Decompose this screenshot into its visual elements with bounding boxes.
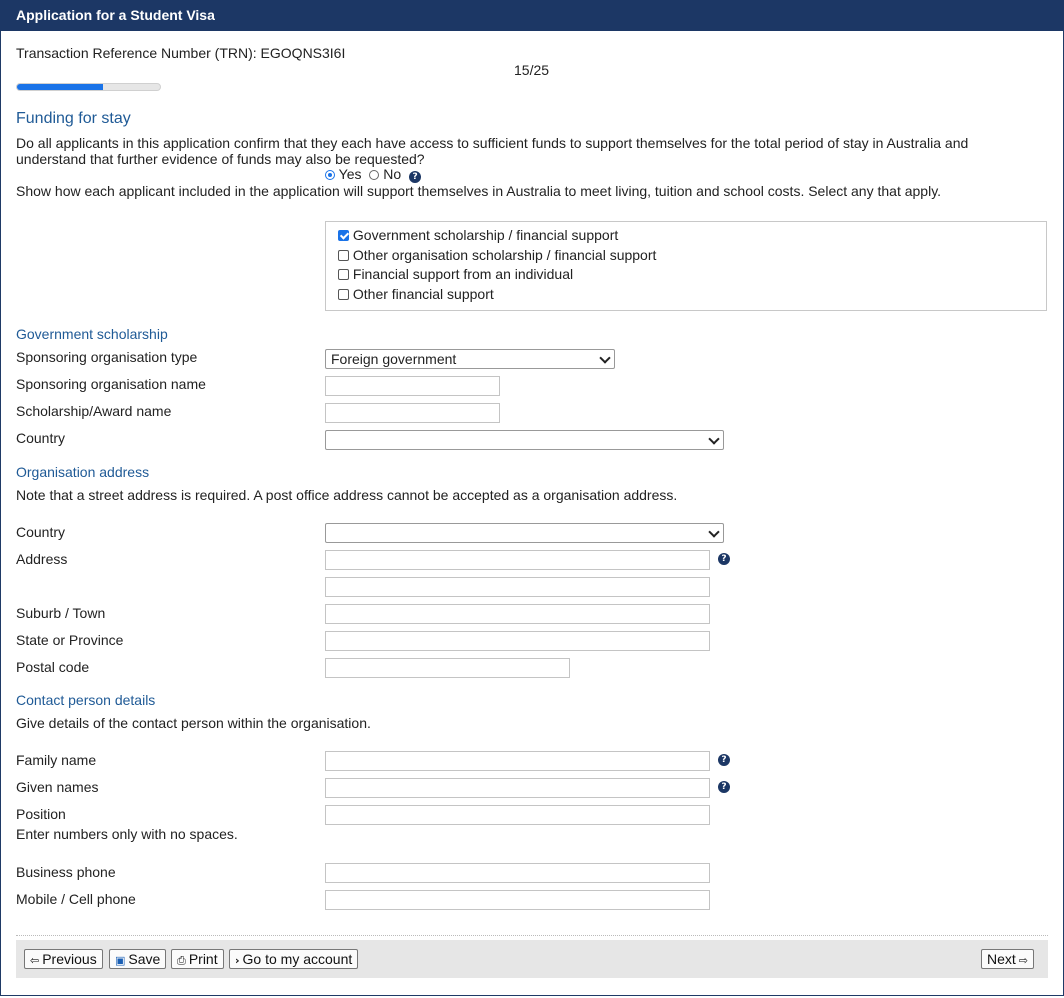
funding-option[interactable]: Other organisation scholarship / financi… [338,247,656,263]
business-phone-label: Business phone [16,864,116,880]
address-country-label: Country [16,524,66,540]
funding-question-line1: Do all applicants in this application co… [16,135,969,151]
account-label: Go to my account [242,951,353,967]
section-title-government: Government scholarship [16,326,168,342]
question-circle-icon[interactable]: ? [718,553,730,565]
org-name-label: Sponsoring organisation name [16,376,206,392]
funding-option[interactable]: Government scholarship / financial suppo… [338,227,618,243]
funding-option-label: Other organisation scholarship / financi… [352,247,657,263]
numbers-note: Enter numbers only with no spaces. [16,826,238,842]
question-circle-icon[interactable]: ? [718,781,730,793]
save-label: Save [128,951,161,967]
next-label: Next [987,951,1016,967]
checkbox-government-scholarship[interactable] [338,230,349,241]
state-input[interactable] [325,631,710,651]
chevron-right-icon: › [235,954,240,967]
gov-country-label: Country [16,430,66,446]
org-type-label: Sponsoring organisation type [16,349,198,365]
progress-bar [16,83,161,91]
address-country-select[interactable] [325,523,724,543]
funding-option-label: Financial support from an individual [352,266,574,282]
support-instructions: Show how each applicant included in the … [16,183,942,199]
family-name-label: Family name [16,752,97,768]
postal-input[interactable] [325,658,570,678]
gov-country-select[interactable] [325,430,724,450]
page-counter: 15/25 [514,62,550,78]
trn-label: Transaction Reference Number (TRN): EGOQ… [16,45,346,61]
mobile-phone-input[interactable] [325,890,710,910]
page-title: Application for a Student Visa [16,7,215,23]
position-label: Position [16,806,66,822]
state-label: State or Province [16,632,124,648]
section-title-address: Organisation address [16,464,150,480]
printer-icon: ⎙ [177,954,186,967]
address-note: Note that a street address is required. … [16,487,678,503]
address-line2-input[interactable] [325,577,710,597]
next-button[interactable]: Next ⇨ [981,949,1035,969]
award-name-label: Scholarship/Award name [16,403,172,419]
checkbox-other-organisation[interactable] [338,250,349,261]
given-names-input[interactable] [325,778,710,798]
title-bar: Application for a Student Visa [0,0,1064,31]
footer-divider [16,935,1048,936]
business-phone-input[interactable] [325,863,710,883]
funding-option[interactable]: Financial support from an individual [338,266,573,282]
chevron-down-icon [708,526,720,538]
mobile-phone-label: Mobile / Cell phone [16,891,136,907]
section-title-funding: Funding for stay [16,110,131,127]
org-type-value: Foreign government [331,351,457,367]
save-button[interactable]: ▣ Save [109,949,167,969]
radio-yes[interactable] [325,170,335,180]
org-type-select[interactable]: Foreign government [325,349,615,369]
previous-label: Previous [42,951,97,967]
question-circle-icon[interactable]: ? [718,754,730,766]
save-icon: ▣ [115,954,126,967]
question-circle-icon[interactable]: ? [409,171,422,183]
print-button[interactable]: ⎙ Print [171,949,224,969]
radio-yes-label: Yes [338,166,362,182]
account-button[interactable]: › Go to my account [229,949,359,969]
funds-radio-group: Yes No ? [325,166,422,183]
funding-options-box: Government scholarship / financial suppo… [325,221,1047,311]
print-label: Print [188,951,218,967]
chevron-down-icon [599,352,611,364]
previous-button[interactable]: ⇦ Previous [24,949,103,969]
award-name-input[interactable] [325,403,500,423]
arrow-right-icon: ⇨ [1018,954,1029,967]
radio-no-label: No [383,166,402,182]
suburb-label: Suburb / Town [16,605,106,621]
contact-note: Give details of the contact person withi… [16,715,371,731]
given-names-label: Given names [16,779,99,795]
address-label: Address [16,551,68,567]
funding-question-line2: understand that further evidence of fund… [16,151,425,167]
funding-option-label: Other financial support [352,286,494,302]
suburb-input[interactable] [325,604,710,624]
checkbox-individual-support[interactable] [338,269,349,280]
section-title-contact: Contact person details [16,692,156,708]
postal-label: Postal code [16,659,90,675]
chevron-down-icon [708,433,720,445]
arrow-left-icon: ⇦ [30,954,40,967]
checkbox-other-support[interactable] [338,289,349,300]
position-input[interactable] [325,805,710,825]
org-name-input[interactable] [325,376,500,396]
family-name-input[interactable] [325,751,710,771]
progress-fill [17,84,103,90]
footer-toolbar: ⇦ Previous ▣ Save ⎙ Print › Go to my account… [16,940,1048,978]
funding-option-label: Government scholarship / financial suppo… [352,227,619,243]
address-line1-input[interactable] [325,550,710,570]
radio-no[interactable] [369,170,380,180]
funding-option[interactable]: Other financial support [338,286,494,302]
